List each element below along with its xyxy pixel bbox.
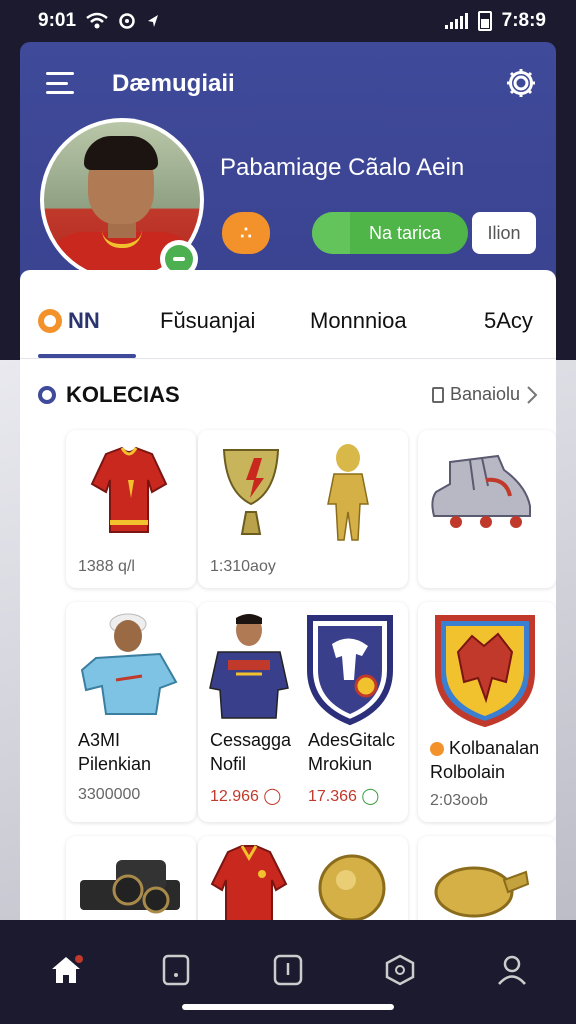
medal-icon xyxy=(434,866,530,918)
sync-icon xyxy=(118,12,136,30)
price-badge-icon: ◯ xyxy=(263,788,282,805)
app-title: Dæmugiaii xyxy=(112,70,235,97)
collection-item-player-2[interactable]: Cessagga Nofil 12.966 ◯ AdesGitalc Mroki… xyxy=(198,602,408,822)
battery-icon xyxy=(477,11,492,31)
figure-icon xyxy=(327,444,369,541)
collection-item-jersey[interactable]: 1388 q/l xyxy=(66,430,196,588)
item-price: 17.366 ◯ xyxy=(308,786,379,806)
collection-item-gold[interactable] xyxy=(418,836,556,930)
home-icon xyxy=(52,955,83,983)
status-pill-label: Na tarica xyxy=(368,222,442,243)
chevron-right-icon xyxy=(527,385,538,404)
section-header: KOLECIAS xyxy=(38,382,180,408)
tab-5acy[interactable]: 5Acy xyxy=(484,308,533,334)
trophy-icon xyxy=(222,449,280,535)
home-indicator[interactable] xyxy=(182,1004,394,1010)
nav-badges[interactable] xyxy=(380,950,420,990)
boot-icon xyxy=(431,454,531,528)
signal-icon xyxy=(444,13,468,29)
item-subtitle: Mrokiun xyxy=(308,754,373,774)
see-all-label: Banaiolu xyxy=(449,384,520,404)
sun-icon xyxy=(38,309,62,333)
item-meta: 1:310aoy xyxy=(210,558,276,575)
camera-icon xyxy=(80,860,180,914)
collection-item-camera[interactable] xyxy=(66,836,196,930)
profile-header: Dæmugiaii Pabamiage Cãalo Aein ∴ Na tari… xyxy=(20,42,556,292)
player-icon xyxy=(209,614,289,719)
nav-cards[interactable] xyxy=(156,950,196,990)
item-title: A3MI xyxy=(78,730,121,750)
level-chip-label: ∴ xyxy=(240,222,252,243)
tab-label: NN xyxy=(68,308,100,333)
crest-icon xyxy=(307,615,393,726)
tab-divider xyxy=(20,358,556,359)
section-title: KOLECIAS xyxy=(66,382,180,407)
main-card: NN Fŭsuanjai Monnnioa 5Acy KOLECIAS Bana… xyxy=(20,270,556,930)
collection-item-jacket[interactable] xyxy=(198,836,408,930)
item-title: AdesGitalc xyxy=(308,730,396,750)
status-bar: 9:01 7:8:9 xyxy=(0,0,576,42)
item-meta: 3300000 xyxy=(78,786,141,803)
tag-icon xyxy=(273,954,303,986)
card-icon xyxy=(162,954,190,986)
tab-fusuanjai[interactable]: Fŭsuanjai xyxy=(160,308,255,334)
nav-profile[interactable] xyxy=(492,950,532,990)
item-title: Kolbanalan xyxy=(430,736,539,760)
nav-tags[interactable] xyxy=(268,950,308,990)
collection-item-player-1[interactable]: A3MI Pilenkian 3300000 xyxy=(66,602,196,822)
jersey-icon xyxy=(90,446,168,533)
price-value: 17.366 xyxy=(308,788,357,805)
toggle-knob xyxy=(312,212,350,254)
collection-item-trophy[interactable]: 1:310aoy xyxy=(198,430,408,588)
status-time: 9:01 xyxy=(38,10,77,31)
item-price: 12.966 ◯ xyxy=(210,786,281,806)
location-icon xyxy=(146,13,160,29)
see-all-link[interactable]: Banaiolu xyxy=(431,384,538,405)
level-chip[interactable]: ∴ xyxy=(222,212,270,254)
menu-icon[interactable] xyxy=(46,72,74,94)
wifi-icon xyxy=(86,12,108,30)
section-icon xyxy=(38,386,56,404)
profile-icon xyxy=(498,955,526,985)
profile-name: Pabamiage Cãalo Aein xyxy=(220,154,465,181)
item-meta: 2:03oob xyxy=(430,792,488,809)
crest-icon xyxy=(435,615,535,728)
gear-icon[interactable] xyxy=(504,66,538,100)
collection-item-crest[interactable]: Kolbanalan Rolbolain 2:03oob xyxy=(418,602,556,822)
item-title: Cessagga xyxy=(210,730,292,750)
item-subtitle: Pilenkian xyxy=(78,754,152,774)
jacket-icon xyxy=(210,845,288,928)
coin-icon xyxy=(430,742,444,757)
document-icon xyxy=(431,386,444,403)
player-icon xyxy=(80,613,178,715)
item-meta: 1388 q/l xyxy=(78,558,135,575)
status-clock: 7:8:9 xyxy=(501,10,546,31)
nav-home[interactable] xyxy=(46,950,86,990)
item-subtitle: Rolbolain xyxy=(430,762,506,782)
status-pill-button[interactable]: Na tarica xyxy=(312,212,468,254)
medal-icon xyxy=(318,854,386,922)
price-value: 12.966 xyxy=(210,788,259,805)
join-button[interactable]: Ilion xyxy=(472,212,536,254)
tab-nn[interactable]: NN xyxy=(38,308,100,334)
item-subtitle: Nofil xyxy=(210,754,247,774)
badge-icon xyxy=(385,954,415,986)
collection-item-boot[interactable] xyxy=(418,430,556,588)
price-badge-icon: ◯ xyxy=(361,788,380,805)
tab-monnnioa[interactable]: Monnnioa xyxy=(310,308,407,334)
